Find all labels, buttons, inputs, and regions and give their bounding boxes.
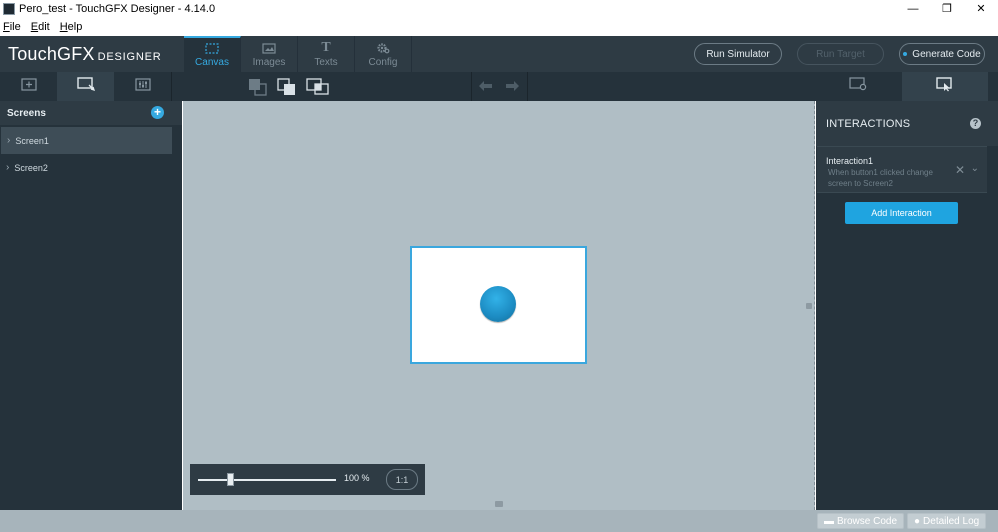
menu-edit-label: dit — [38, 20, 50, 33]
logo-sub: DESIGNER — [97, 51, 162, 63]
bring-forward-icon[interactable] — [277, 78, 297, 96]
chevron-down-icon[interactable]: ⌄ — [971, 163, 979, 174]
canvas-resize-handle-bottom[interactable] — [495, 501, 503, 507]
reset-zoom-button[interactable]: 1:1 — [386, 469, 418, 490]
interactions-title: INTERACTIONS — [826, 118, 911, 130]
touchgfx-logo: TouchGFX DESIGNER — [8, 44, 162, 65]
toolbar-divider — [171, 72, 172, 101]
canvas-resize-handle-right[interactable] — [806, 303, 812, 309]
screen-item-label: Screen1 — [15, 135, 49, 146]
tab-config-label: Config — [368, 57, 398, 68]
add-widget-tab[interactable] — [0, 72, 57, 101]
screens-panel: Screens + › Screen1 › Screen2 — [0, 101, 182, 510]
sliders-icon — [134, 77, 151, 96]
restore-button[interactable]: ❐ — [930, 0, 964, 17]
detailed-log-label: Detailed Log — [923, 515, 980, 527]
menu-help[interactable]: Help — [60, 21, 83, 33]
menu-help-mnemonic: H — [59, 20, 68, 33]
chevron-right-icon[interactable]: › — [7, 135, 10, 146]
text-icon: T — [321, 40, 331, 55]
interaction-name: Interaction1 — [826, 156, 874, 166]
send-backward-icon[interactable] — [248, 78, 268, 96]
interactions-tab[interactable] — [902, 72, 988, 101]
interactions-header: INTERACTIONS ? — [816, 101, 998, 146]
generate-code-button[interactable]: Generate Code — [899, 43, 985, 65]
close-button[interactable]: ✕ — [964, 0, 998, 17]
tab-canvas-label: Canvas — [195, 57, 229, 68]
interaction-item[interactable]: Interaction1 When button1 clicked change… — [817, 146, 987, 193]
add-interaction-button[interactable]: Add Interaction — [845, 202, 958, 224]
generate-code-label: Generate Code — [912, 48, 981, 60]
interactions-panel: INTERACTIONS ? Interaction1 When button1… — [816, 101, 998, 510]
title-bar: Pero_test - TouchGFX Designer - 4.14.0 —… — [0, 0, 998, 17]
properties-tab[interactable] — [114, 72, 171, 101]
tab-config[interactable]: Config — [355, 36, 412, 72]
minimize-button[interactable]: — — [896, 0, 930, 17]
window-controls: — ❐ ✕ — [896, 0, 998, 17]
app-icon — [3, 2, 15, 15]
menu-file-label: ile — [9, 20, 21, 33]
status-dot-icon — [903, 52, 908, 56]
undo-icon[interactable] — [477, 78, 497, 96]
design-canvas[interactable]: 100 % 1:1 — [183, 101, 815, 510]
zoom-slider-track[interactable] — [198, 479, 336, 481]
tab-images[interactable]: Images — [241, 36, 298, 72]
browse-code-label: Browse Code — [837, 515, 898, 527]
add-box-icon — [20, 77, 37, 96]
window-title: Pero_test - TouchGFX Designer - 4.14.0 — [19, 2, 216, 15]
detailed-log-button[interactable]: ● Detailed Log — [907, 513, 987, 529]
help-icon[interactable]: ? — [970, 118, 981, 129]
run-target-button[interactable]: Run Target — [797, 43, 884, 65]
chevron-right-icon[interactable]: › — [6, 162, 9, 173]
interaction-cursor-icon — [936, 76, 954, 97]
menu-edit-mnemonic: E — [30, 20, 39, 33]
gear-icon — [376, 42, 390, 54]
screen-item-screen2[interactable]: › Screen2 — [0, 154, 182, 181]
delete-icon[interactable]: ✕ — [955, 163, 965, 177]
redo-icon[interactable] — [503, 78, 523, 96]
menu-help-label: elp — [67, 20, 83, 33]
folder-icon: ▬ — [824, 515, 834, 527]
menu-bar: File Edit Help — [0, 17, 998, 36]
screen-select-icon — [76, 77, 95, 96]
status-bar: ▬ Browse Code ● Detailed Log — [0, 510, 998, 532]
app-header: TouchGFX DESIGNER Canvas Images T Texts C… — [0, 36, 998, 72]
zoom-bar: 100 % 1:1 — [190, 464, 425, 495]
toolbar-divider — [527, 72, 528, 101]
tab-canvas[interactable]: Canvas — [184, 36, 241, 72]
run-simulator-button[interactable]: Run Simulator — [694, 43, 782, 65]
screen-settings-icon — [848, 77, 867, 96]
round-button-widget[interactable] — [480, 286, 516, 322]
tab-texts[interactable]: T Texts — [298, 36, 355, 72]
screens-title: Screens — [7, 107, 46, 119]
tab-texts-label: Texts — [314, 57, 338, 68]
zoom-slider-handle[interactable] — [226, 473, 234, 486]
screen-item-label: Screen2 — [14, 162, 48, 173]
menu-edit[interactable]: Edit — [31, 21, 50, 33]
menu-file-mnemonic: F — [3, 20, 10, 33]
image-icon — [262, 42, 276, 54]
tab-images-label: Images — [252, 57, 286, 68]
toolbar-divider — [471, 72, 472, 101]
zoom-percentage: 100 % — [344, 473, 370, 483]
canvas-icon — [205, 42, 219, 54]
interaction-description: When button1 clicked change screen to Sc… — [828, 168, 933, 188]
main-tabs: Canvas Images T Texts Config — [184, 36, 412, 72]
container-icon[interactable] — [306, 78, 329, 96]
logo-main: TouchGFX — [8, 44, 95, 64]
menu-file[interactable]: File — [3, 21, 21, 33]
browse-code-button[interactable]: ▬ Browse Code — [817, 513, 905, 529]
screen-preview[interactable] — [410, 246, 587, 364]
tree-view-tab[interactable] — [57, 72, 114, 101]
log-icon: ● — [914, 515, 921, 527]
toolbar — [0, 72, 998, 101]
screens-header: Screens + — [0, 101, 182, 125]
screen-item-screen1[interactable]: › Screen1 — [1, 127, 172, 154]
screen-settings-tab[interactable] — [829, 72, 886, 101]
add-screen-button[interactable]: + — [151, 106, 164, 119]
